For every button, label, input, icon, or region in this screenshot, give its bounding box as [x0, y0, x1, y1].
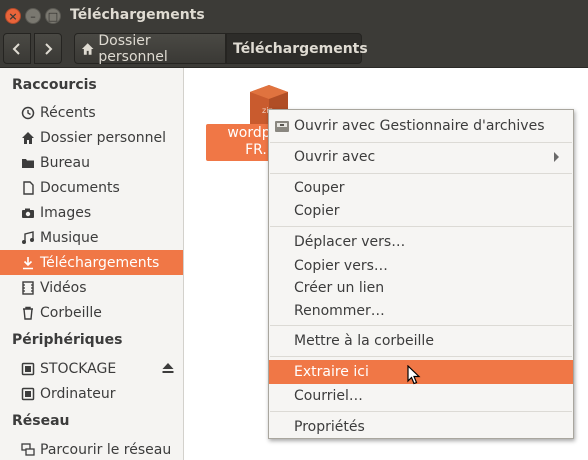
- drive-icon: [20, 386, 36, 402]
- chevron-left-icon: [12, 42, 20, 55]
- sidebar-item-label: Corbeille: [40, 304, 102, 321]
- sidebar-item-label: Bureau: [40, 154, 90, 171]
- context-menu: Ouvrir avec Gestionnaire d'archives Ouvr…: [268, 109, 574, 439]
- sidebar-item-label: Vidéos: [40, 279, 87, 296]
- chevron-right-icon: [45, 42, 53, 55]
- breadcrumb-home-label: Dossier personnel: [98, 32, 168, 65]
- back-button[interactable]: [3, 33, 31, 64]
- sidebar-item-label: Musique: [40, 229, 99, 246]
- menu-separator: [270, 226, 572, 227]
- menu-separator: [270, 411, 572, 412]
- submenu-arrow-icon: [554, 152, 559, 162]
- sidebar-item-label: Récents: [40, 104, 96, 121]
- minimize-window-button[interactable]: –: [25, 8, 41, 24]
- menu-item-label: Mettre à la corbeille: [294, 333, 434, 349]
- download-icon: [20, 255, 36, 271]
- menu-item-label: Courriel…: [294, 388, 363, 404]
- sidebar-section-devices: Périphériques: [12, 332, 123, 348]
- menu-item-email[interactable]: Courriel…: [269, 384, 573, 408]
- document-icon: [20, 180, 36, 196]
- sidebar-item-browse-network[interactable]: Parcourir le réseau: [0, 437, 183, 460]
- menu-item-label: Déplacer vers…: [294, 234, 406, 250]
- trash-icon: [20, 305, 36, 321]
- menu-item-rename[interactable]: Renommer…: [269, 299, 573, 323]
- sidebar-item-label: Dossier personnel: [40, 129, 167, 146]
- music-icon: [20, 230, 36, 246]
- sidebar-item-desktop[interactable]: Bureau: [0, 150, 183, 175]
- menu-separator: [270, 356, 572, 357]
- sidebar-item-music[interactable]: Musique: [0, 225, 183, 250]
- menu-item-label: Copier: [294, 203, 340, 219]
- menu-item-label: Propriétés: [294, 419, 365, 435]
- sidebar-item-images[interactable]: Images: [0, 200, 183, 225]
- sidebar-item-documents[interactable]: Documents: [0, 175, 183, 200]
- menu-item-label: Ouvrir avec Gestionnaire d'archives: [294, 118, 545, 134]
- menu-item-label: Couper: [294, 180, 345, 196]
- sidebar-item-downloads[interactable]: Téléchargements: [0, 250, 183, 275]
- menu-item-move-to-trash[interactable]: Mettre à la corbeille: [269, 329, 573, 353]
- menu-item-label: Créer un lien: [294, 280, 385, 296]
- sidebar-item-label: Parcourir le réseau: [40, 441, 172, 458]
- breadcrumb-current-label: Téléchargements: [233, 40, 368, 57]
- archive-manager-icon: [275, 121, 289, 132]
- toolbar: Dossier personnel Téléchargements: [0, 31, 588, 68]
- menu-item-properties[interactable]: Propriétés: [269, 415, 573, 439]
- home-icon: [20, 130, 36, 146]
- sidebar-section-shortcuts: Raccourcis: [12, 77, 97, 93]
- camera-icon: [20, 205, 36, 221]
- mouse-cursor-icon: [407, 365, 421, 385]
- menu-item-cut[interactable]: Couper: [269, 176, 573, 200]
- window-title: Téléchargements: [70, 7, 205, 23]
- menu-item-extract-here[interactable]: Extraire ici: [269, 360, 573, 384]
- menu-item-label: Copier vers…: [294, 258, 388, 274]
- sidebar-item-label: Images: [40, 204, 92, 221]
- drive-icon: [20, 361, 36, 377]
- sidebar-item-videos[interactable]: Vidéos: [0, 275, 183, 300]
- menu-item-move-to[interactable]: Déplacer vers…: [269, 230, 573, 254]
- breadcrumb-home[interactable]: Dossier personnel: [74, 32, 226, 65]
- menu-item-label: Ouvrir avec: [294, 149, 376, 165]
- menu-item-open-with[interactable]: Ouvrir avec: [269, 145, 573, 169]
- sidebar-item-label: Documents: [40, 179, 120, 196]
- clock-icon: [20, 105, 36, 121]
- sidebar-item-computer[interactable]: Ordinateur: [0, 381, 183, 406]
- eject-icon[interactable]: [161, 361, 175, 375]
- maximize-window-button[interactable]: □: [45, 8, 61, 24]
- sidebar-item-label: Téléchargements: [40, 254, 160, 271]
- sidebar-item-label: Ordinateur: [40, 385, 116, 402]
- close-window-button[interactable]: ×: [5, 8, 21, 24]
- breadcrumb-current[interactable]: Téléchargements: [226, 33, 368, 64]
- menu-item-copy[interactable]: Copier: [269, 199, 573, 223]
- menu-item-create-link[interactable]: Créer un lien: [269, 276, 573, 300]
- folder-icon: [20, 155, 36, 171]
- menu-separator: [270, 325, 572, 326]
- forward-button[interactable]: [34, 33, 62, 64]
- menu-item-label: Extraire ici: [294, 364, 369, 380]
- sidebar-item-stockage[interactable]: STOCKAGE: [0, 356, 183, 381]
- sidebar-item-recents[interactable]: Récents: [0, 100, 183, 125]
- sidebar-item-home[interactable]: Dossier personnel: [0, 125, 183, 150]
- menu-item-copy-to[interactable]: Copier vers…: [269, 254, 573, 278]
- sidebar-item-trash[interactable]: Corbeille: [0, 300, 183, 325]
- sidebar: Raccourcis Récents Dossier personnel Bur…: [0, 68, 184, 460]
- home-icon: [81, 42, 94, 55]
- sidebar-section-network: Réseau: [12, 413, 70, 429]
- menu-item-label: Renommer…: [294, 303, 385, 319]
- title-bar: × – □ Téléchargements: [0, 0, 588, 31]
- sidebar-item-label: STOCKAGE: [40, 360, 117, 377]
- menu-item-open-archive-manager[interactable]: Ouvrir avec Gestionnaire d'archives: [269, 114, 573, 138]
- network-icon: [20, 442, 36, 458]
- film-icon: [20, 280, 36, 296]
- menu-separator: [270, 173, 572, 174]
- menu-separator: [270, 142, 572, 143]
